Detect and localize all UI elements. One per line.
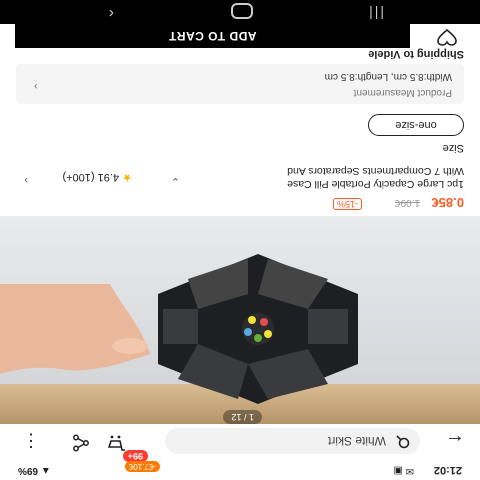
sale-price: 0.85€	[431, 195, 464, 210]
status-bar: 21:02 ✉ ▣ ▲ 69%	[0, 458, 480, 480]
recent-apps-icon[interactable]: |||	[367, 6, 384, 22]
size-label: Size	[442, 142, 464, 154]
notification-icons: ✉ ▣	[393, 465, 414, 476]
pill-case-illustration	[158, 254, 358, 404]
bottom-action-bar: ADD TO CART	[0, 24, 480, 48]
product-measurement[interactable]: Product Measurement Width:8.5 cm, Length…	[16, 64, 464, 104]
more-options-icon[interactable]: ⋮	[22, 430, 40, 452]
discount-badge: -15%	[332, 198, 362, 210]
star-icon: ★	[122, 171, 132, 183]
size-option-one-size[interactable]: one-size	[368, 114, 464, 136]
share-icon[interactable]	[70, 430, 92, 452]
status-time: 21:02	[433, 464, 462, 476]
top-bar: ← White Skirt 99+ -€7.10€ ⋮	[0, 424, 480, 472]
image-counter: 1 / 12	[223, 410, 262, 424]
rating-value: 4.91	[97, 171, 120, 183]
hand-illustration	[0, 284, 150, 374]
chevron-right-icon[interactable]: ›	[24, 174, 28, 186]
product-title[interactable]: 1pc Large Capacity Portable Pill Case Wi…	[174, 164, 464, 190]
app-screen: 21:02 ✉ ▣ ▲ 69% ← White Skirt 99+ -€7.10…	[0, 0, 480, 480]
product-title-line-2: With 7 Compartments Separators And	[287, 165, 464, 177]
product-image[interactable]: 1 / 12	[0, 216, 480, 424]
back-arrow-icon[interactable]: ←	[444, 430, 466, 452]
product-rating[interactable]: ★ 4.91 (100+)	[62, 171, 132, 184]
product-title-line-1: 1pc Large Capacity Portable Pill Case	[287, 178, 464, 190]
cart-promo-badge: -€7.10€	[124, 461, 160, 472]
system-nav-bar: ||| ‹	[0, 0, 480, 24]
battery-indicator: ▲ 69%	[18, 465, 51, 476]
original-price: 1.09€	[394, 197, 420, 208]
search-query: White Skirt	[327, 434, 386, 448]
add-to-cart-button[interactable]: ADD TO CART	[15, 24, 410, 48]
nav-back-icon[interactable]: ‹	[109, 4, 114, 22]
heart-icon[interactable]	[436, 24, 458, 46]
home-icon[interactable]	[231, 3, 253, 19]
search-input[interactable]: White Skirt	[165, 428, 420, 454]
cart-icon[interactable]	[106, 430, 128, 452]
rating-count: (100+)	[62, 171, 95, 183]
chevron-right-icon: ›	[34, 80, 38, 92]
measurement-value: Width:8.5 cm, Length:8.5 cm	[324, 71, 452, 82]
chevron-down-icon[interactable]: ⌄	[171, 175, 180, 188]
shipping-destination[interactable]: Shipping to Videle	[368, 48, 464, 60]
price-row: 0.85€ 1.09€ -15%	[0, 192, 480, 212]
search-icon	[394, 433, 410, 449]
measurement-title: Product Measurement	[353, 87, 452, 98]
